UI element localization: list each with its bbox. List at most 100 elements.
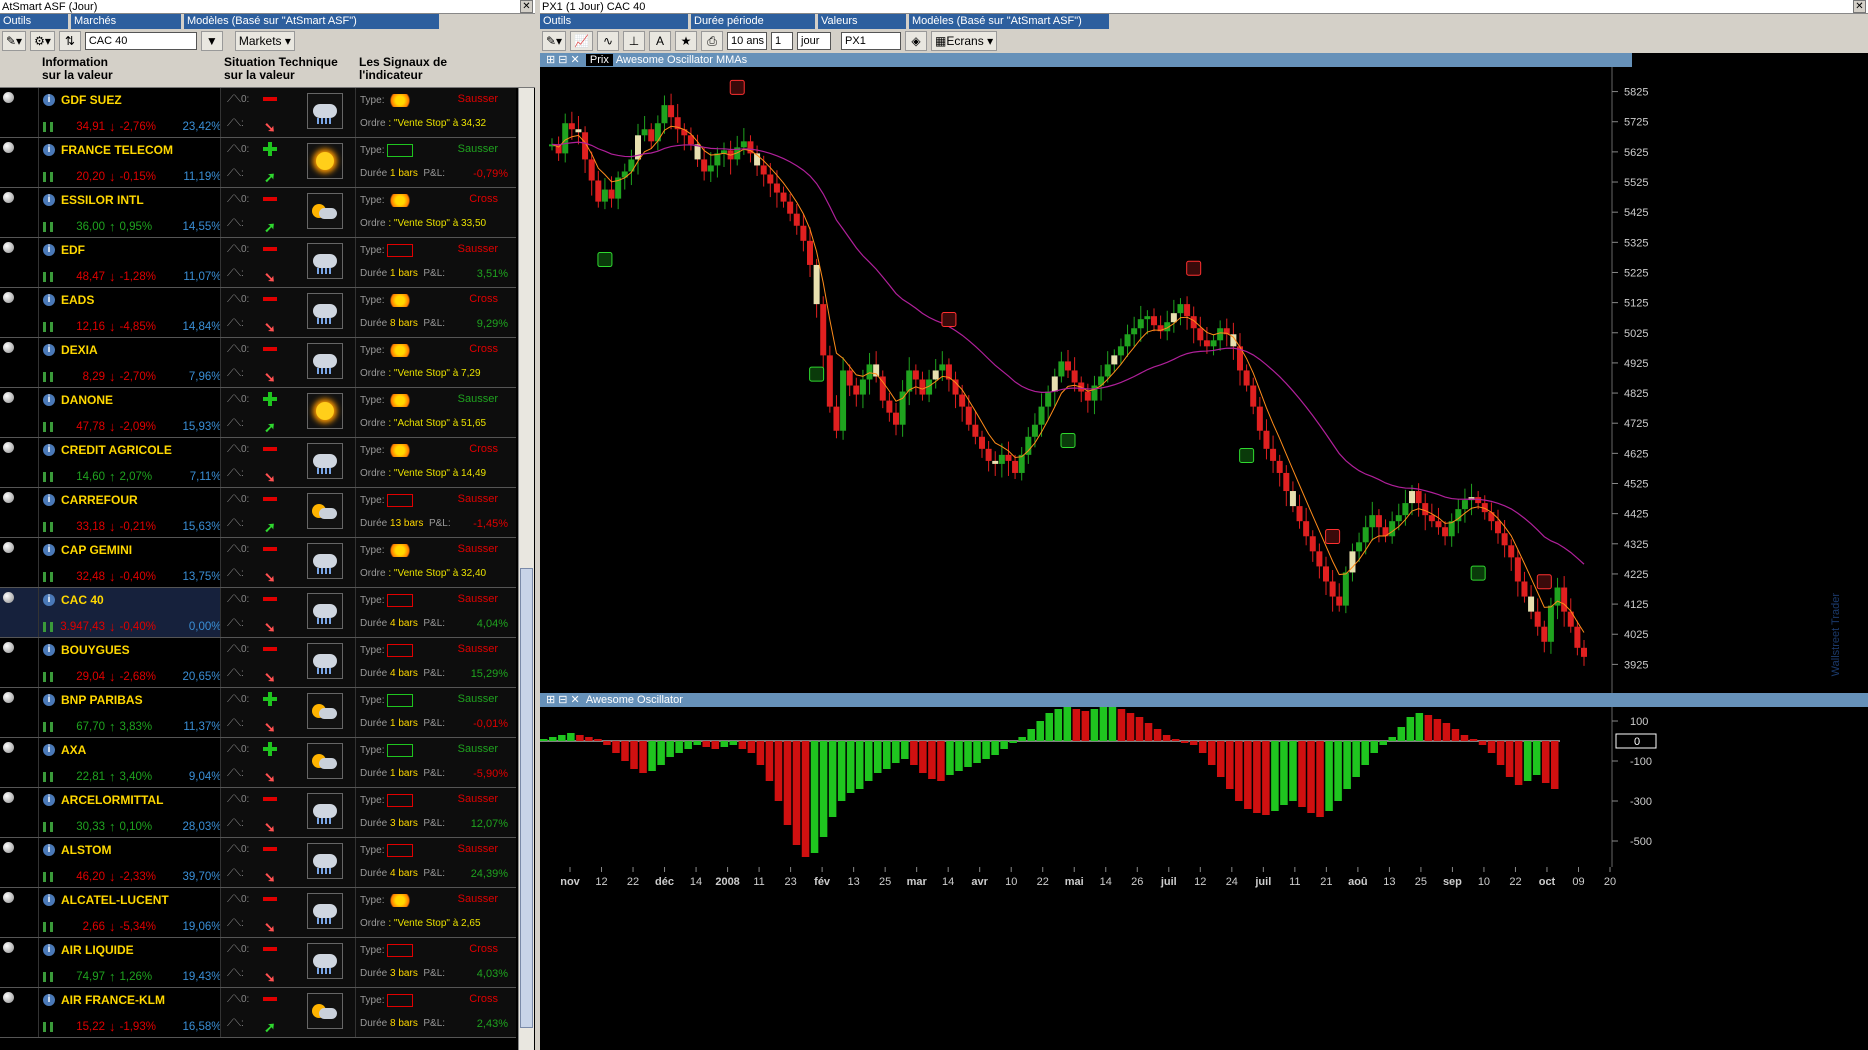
weather-icon[interactable]	[307, 993, 343, 1029]
info-icon[interactable]: i	[43, 644, 55, 656]
sort-az-icon[interactable]: ⇅	[58, 31, 81, 51]
stock-name[interactable]: CREDIT AGRICOLE	[61, 443, 172, 457]
row-select[interactable]	[0, 238, 38, 287]
signal-type-icon[interactable]	[387, 694, 414, 707]
info-icon[interactable]: i	[43, 594, 55, 606]
table-row[interactable]: i BNP PARIBAS 67,70 ↑ 3,83% 11,37% ⟋⟍0: …	[0, 688, 516, 738]
signal-type-icon[interactable]	[387, 144, 414, 157]
info-icon[interactable]: i	[43, 194, 55, 206]
radio-icon[interactable]	[3, 142, 14, 153]
stock-name[interactable]: EADS	[61, 293, 94, 307]
markets-menu[interactable]: Markets ▾	[234, 31, 295, 51]
signal-type-icon[interactable]	[387, 444, 414, 457]
table-row[interactable]: i DANONE 47,78 ↓ -2,09% 15,93% ⟋⟍0: ⟋⟍: …	[0, 388, 516, 438]
symbol-lookup-icon[interactable]: ◈	[905, 31, 928, 51]
table-row[interactable]: i GDF SUEZ 34,91 ↓ -2,76% 23,42% ⟋⟍0: ⟋⟍…	[0, 88, 516, 138]
radio-icon[interactable]	[3, 542, 14, 553]
signal-type-icon[interactable]	[387, 294, 414, 307]
row-select[interactable]	[0, 888, 38, 937]
radio-icon[interactable]	[3, 442, 14, 453]
indicator-icon[interactable]: ∿	[597, 31, 620, 51]
info-icon[interactable]: i	[43, 444, 55, 456]
stock-name[interactable]: ARCELORMITTAL	[61, 793, 163, 807]
weather-icon[interactable]	[307, 493, 343, 529]
chart-area[interactable]: ⊞ ⊟ ✕ Prix Awesome Oscillator MMAs 5825 5…	[540, 53, 1868, 1050]
radio-icon[interactable]	[3, 792, 14, 803]
left-scrollbar[interactable]	[518, 88, 534, 1050]
weather-icon[interactable]	[307, 593, 343, 629]
table-row[interactable]: i AIR FRANCE-KLM 15,22 ↓ -1,93% 16,58% ⟋…	[0, 988, 516, 1038]
stock-name[interactable]: CAP GEMINI	[61, 543, 132, 557]
weather-icon[interactable]	[307, 643, 343, 679]
header-tech[interactable]: Situation Technique sur la valeur	[220, 53, 355, 87]
row-select[interactable]	[0, 988, 38, 1037]
price-chart[interactable]: 5825 5725 5625 5525 5425 5325 5225 5125 5025 4925…	[540, 67, 1868, 707]
radio-icon[interactable]	[3, 492, 14, 503]
info-icon[interactable]: i	[43, 294, 55, 306]
info-icon[interactable]: i	[43, 144, 55, 156]
table-row[interactable]: i ALSTOM 46,20 ↓ -2,33% 39,70% ⟋⟍0: ⟋⟍: …	[0, 838, 516, 888]
axis-icon[interactable]: ⊥	[623, 31, 646, 51]
period-unit[interactable]: jour	[797, 32, 832, 50]
symbol-input[interactable]: PX1	[841, 32, 902, 50]
stock-name[interactable]: CAC 40	[61, 593, 104, 607]
scroll-thumb[interactable]	[520, 568, 533, 1028]
row-select[interactable]	[0, 438, 38, 487]
period-n-input[interactable]: 1	[771, 32, 794, 50]
weather-icon[interactable]	[307, 443, 343, 479]
signal-type-icon[interactable]	[387, 494, 414, 507]
signal-type-icon[interactable]	[387, 844, 414, 857]
table-row[interactable]: i DEXIA 8,29 ↓ -2,70% 7,96% ⟋⟍0: ⟋⟍: ➘ T…	[0, 338, 516, 388]
table-row[interactable]: i EDF 48,47 ↓ -1,28% 11,07% ⟋⟍0: ⟋⟍: ➘ T…	[0, 238, 516, 288]
oscillator-chart[interactable]: 100 -100 -300 -500 0	[540, 707, 1868, 867]
signal-type-icon[interactable]	[387, 894, 414, 907]
info-icon[interactable]: i	[43, 244, 55, 256]
stock-name[interactable]: FRANCE TELECOM	[61, 143, 173, 157]
row-select[interactable]	[0, 288, 38, 337]
tab-valeurs[interactable]: Valeurs	[818, 14, 906, 29]
stock-name[interactable]: DEXIA	[61, 343, 98, 357]
weather-icon[interactable]	[307, 943, 343, 979]
left-close-button[interactable]: ✕	[520, 0, 533, 13]
weather-icon[interactable]	[307, 93, 343, 129]
signal-type-icon[interactable]	[387, 94, 414, 107]
info-icon[interactable]: i	[43, 394, 55, 406]
stock-name[interactable]: BOUYGUES	[61, 643, 130, 657]
weather-icon[interactable]	[307, 893, 343, 929]
tab-outils-right[interactable]: Outils	[540, 14, 688, 29]
weather-icon[interactable]	[307, 543, 343, 579]
row-select[interactable]	[0, 538, 38, 587]
info-icon[interactable]: i	[43, 494, 55, 506]
info-icon[interactable]: i	[43, 744, 55, 756]
radio-icon[interactable]	[3, 742, 14, 753]
radio-icon[interactable]	[3, 692, 14, 703]
signal-type-icon[interactable]	[387, 944, 414, 957]
info-icon[interactable]: i	[43, 894, 55, 906]
signal-type-icon[interactable]	[387, 994, 414, 1007]
radio-icon[interactable]	[3, 242, 14, 253]
signal-type-icon[interactable]	[387, 594, 414, 607]
info-icon[interactable]: i	[43, 694, 55, 706]
table-row[interactable]: i CAC 40 3.947,43 ↓ -0,40% 0,00% ⟋⟍0: ⟋⟍…	[0, 588, 516, 638]
row-select[interactable]	[0, 588, 38, 637]
table-row[interactable]: i CARREFOUR 33,18 ↓ -0,21% 15,63% ⟋⟍0: ⟋…	[0, 488, 516, 538]
row-select[interactable]	[0, 488, 38, 537]
info-icon[interactable]: i	[43, 794, 55, 806]
text-icon[interactable]: A	[649, 31, 672, 51]
tab-modeles[interactable]: Modèles (Basé sur "AtSmart ASF")	[184, 14, 439, 29]
weather-icon[interactable]	[307, 343, 343, 379]
radio-icon[interactable]	[3, 392, 14, 403]
radio-icon[interactable]	[3, 292, 14, 303]
row-select[interactable]	[0, 388, 38, 437]
table-row[interactable]: i FRANCE TELECOM 20,20 ↓ -0,15% 11,19% ⟋…	[0, 138, 516, 188]
market-dropdown-icon[interactable]: ▼	[200, 31, 223, 51]
table-row[interactable]: i ALCATEL-LUCENT 2,66 ↓ -5,34% 19,06% ⟋⟍…	[0, 888, 516, 938]
row-select[interactable]	[0, 88, 38, 137]
stock-name[interactable]: BNP PARIBAS	[61, 693, 143, 707]
info-icon[interactable]: i	[43, 344, 55, 356]
signal-type-icon[interactable]	[387, 194, 414, 207]
row-select[interactable]	[0, 688, 38, 737]
chart-type-icon[interactable]: 📈	[570, 31, 594, 51]
print-icon[interactable]: ⎙	[701, 31, 724, 51]
header-signals[interactable]: Les Signaux de l'indicateur	[355, 53, 516, 87]
